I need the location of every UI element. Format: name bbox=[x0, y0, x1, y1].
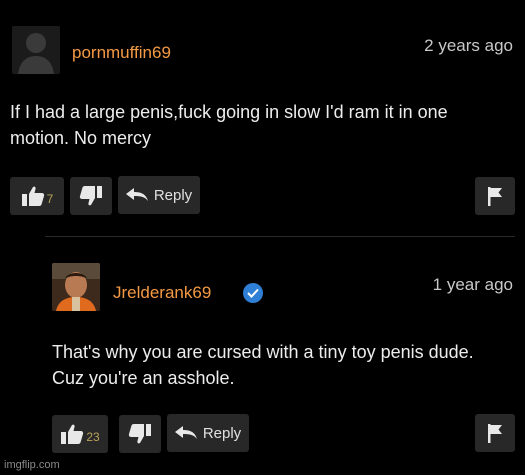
default-user-avatar-icon[interactable] bbox=[12, 26, 60, 74]
comment-1-flag-button[interactable] bbox=[475, 177, 515, 215]
comment-2-reply-label: Reply bbox=[202, 424, 242, 442]
comment-1-thumbs-up-button[interactable]: 7 bbox=[10, 177, 64, 215]
comment-2-timestamp: 1 year ago bbox=[432, 275, 513, 294]
thumbs-down-icon bbox=[79, 185, 103, 207]
comment-2-thumbs-up-count: 23 bbox=[86, 430, 100, 444]
thumbs-down-icon bbox=[128, 423, 152, 445]
flag-icon bbox=[486, 186, 504, 206]
reply-arrow-icon bbox=[174, 426, 197, 440]
comment-2-text: That's why you are cursed with a tiny to… bbox=[52, 342, 474, 388]
comment-1-thumbs-down-button[interactable] bbox=[70, 177, 112, 215]
comment-1-reply-label: Reply bbox=[153, 186, 193, 204]
reply-arrow-icon bbox=[125, 188, 148, 202]
comment-2-flag-button[interactable] bbox=[475, 414, 515, 452]
comment-1-username[interactable]: pornmuffin69 bbox=[72, 43, 171, 63]
reply-divider bbox=[45, 236, 515, 237]
verified-badge-icon bbox=[243, 283, 263, 303]
comment-2-reply-button[interactable]: Reply bbox=[167, 414, 249, 452]
imgflip-watermark: imgflip.com bbox=[4, 459, 60, 471]
user-photo-avatar-icon[interactable] bbox=[52, 263, 100, 311]
comment-2-username[interactable]: Jrelderank69 bbox=[113, 283, 211, 303]
flag-icon bbox=[486, 423, 504, 443]
comment-2-thumbs-down-button[interactable] bbox=[119, 415, 161, 453]
comment-1-reply-button[interactable]: Reply bbox=[118, 176, 200, 214]
thumbs-up-icon bbox=[21, 185, 45, 207]
comment-1-thumbs-up-count: 7 bbox=[46, 192, 54, 206]
thumbs-up-icon bbox=[60, 423, 84, 445]
comment-1-timestamp: 2 years ago bbox=[424, 36, 513, 55]
comment-2-thumbs-up-button[interactable]: 23 bbox=[52, 415, 108, 453]
comment-1-text: If I had a large penis,fuck going in slo… bbox=[10, 102, 448, 148]
